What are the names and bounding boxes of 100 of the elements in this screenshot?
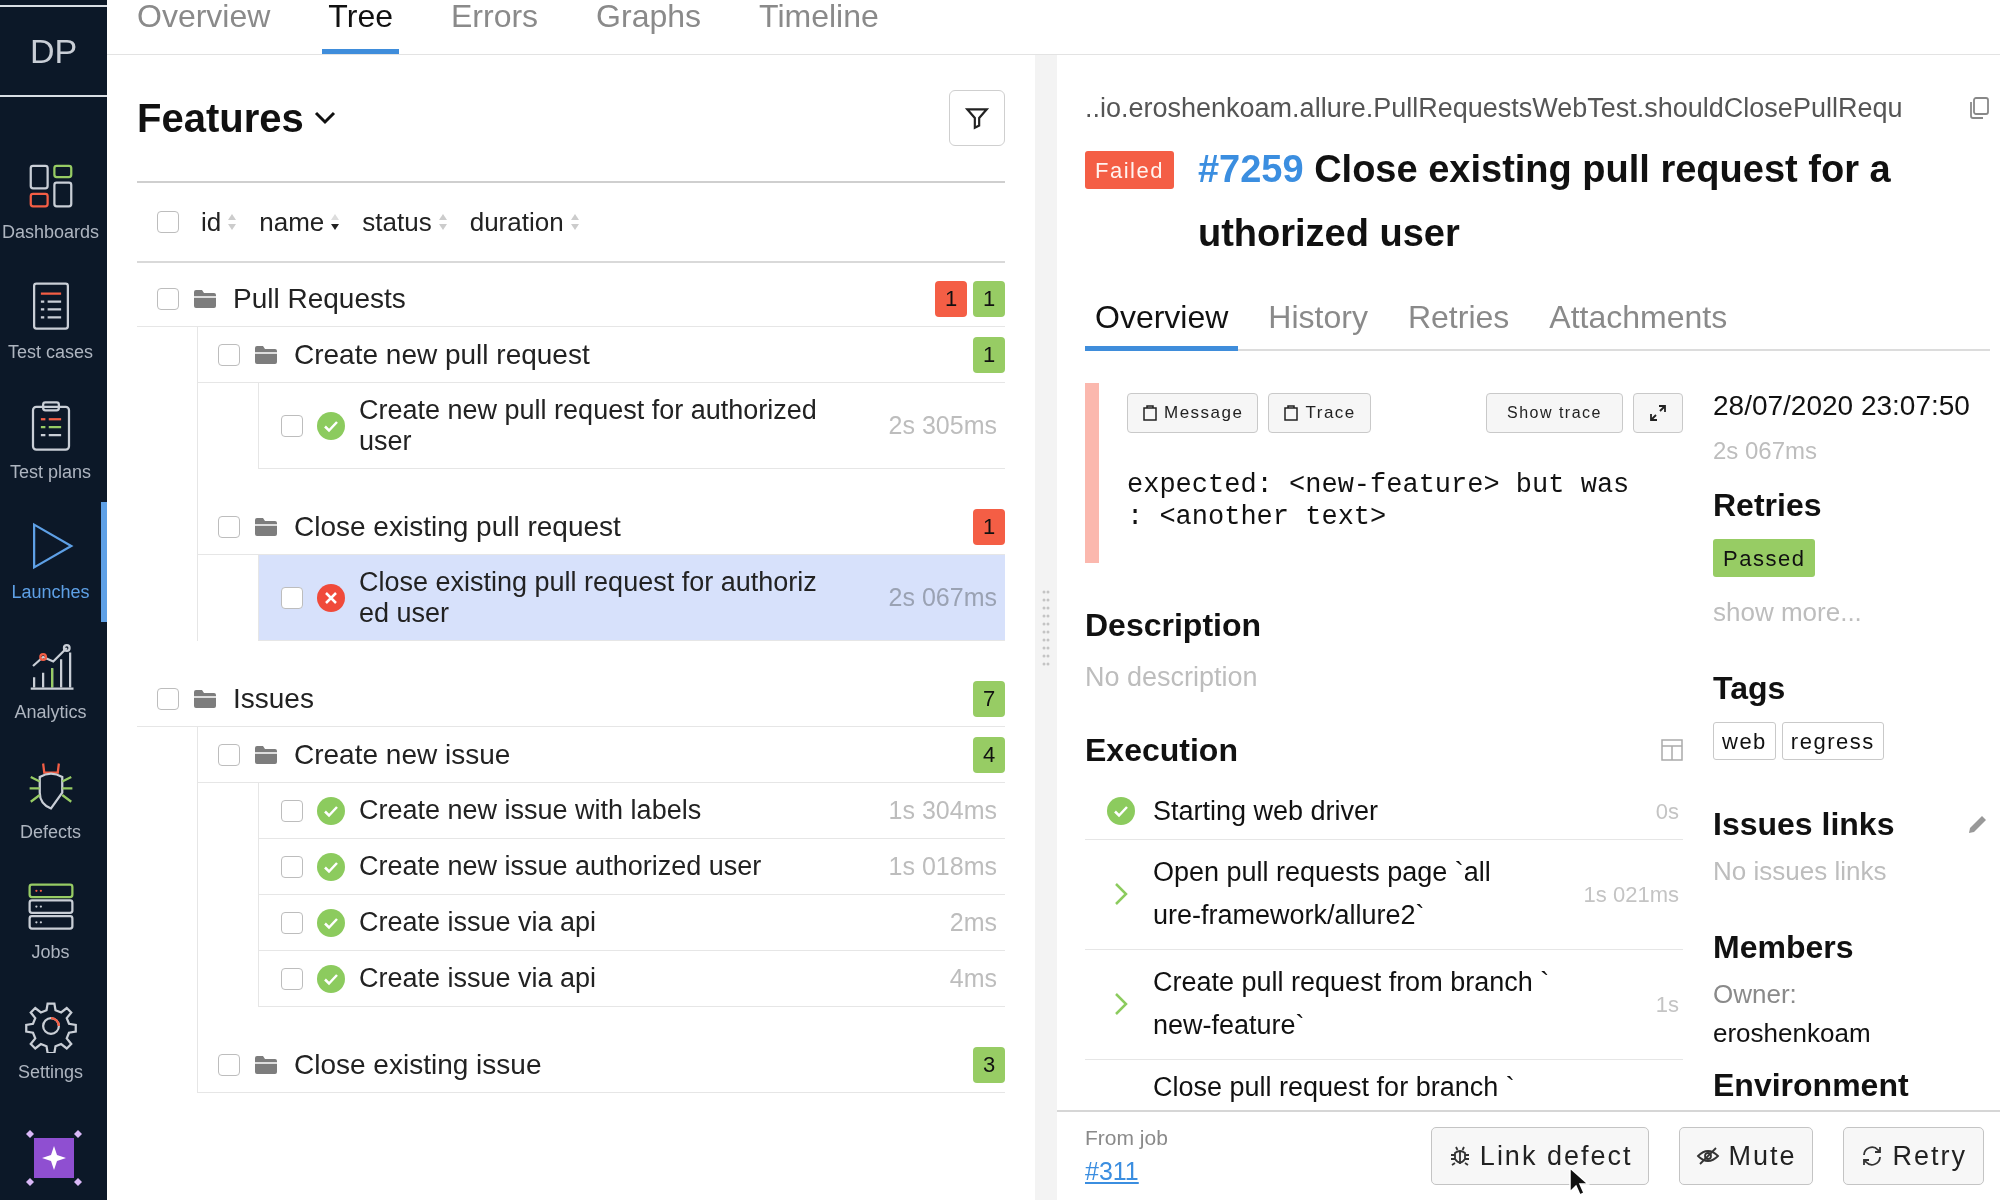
from-job-label: From job	[1085, 1124, 1169, 1151]
folder-icon	[254, 344, 278, 365]
section-heading: Execution	[1085, 730, 1238, 770]
app-logo-icon[interactable]	[25, 1130, 82, 1186]
folder-icon	[254, 1054, 278, 1075]
error-tab-button[interactable]: Trace	[1268, 393, 1371, 433]
folder-icon	[254, 744, 278, 765]
checkbox[interactable]	[218, 515, 240, 538]
checkbox[interactable]	[281, 855, 303, 878]
folder-icon	[193, 688, 217, 709]
filter-button[interactable]	[949, 90, 1005, 146]
tree-title[interactable]: Features	[137, 88, 304, 148]
checkbox[interactable]	[157, 687, 179, 710]
test-date: 28/07/2020 23:07:50	[1713, 389, 1971, 423]
expand-icon	[1649, 404, 1667, 422]
step-name: Close pull request for branch `	[1153, 1070, 1516, 1104]
step-name: Create pull request from branch ` new-feature`	[1153, 966, 1551, 1042]
test-name: Close existing pull request for authoriz ed user	[359, 566, 818, 629]
section-heading: Members	[1713, 928, 1855, 967]
checkbox[interactable]	[281, 799, 303, 822]
copy-icon[interactable]	[1968, 96, 1990, 120]
test-duration: 1s 304ms	[888, 794, 997, 826]
chevron-right-icon[interactable]	[1114, 992, 1128, 1016]
folder-name[interactable]: Create new pull request	[294, 333, 959, 376]
footer-button[interactable]: Retry	[1843, 1127, 1984, 1185]
checkbox[interactable]	[281, 967, 303, 990]
test-duration: 2ms	[949, 906, 997, 938]
step-duration: 1s 021ms	[1583, 880, 1679, 909]
sidebar-item[interactable]: Dashboards	[0, 142, 107, 262]
logo-initials[interactable]: DP	[29, 25, 78, 77]
checkbox[interactable]	[281, 414, 303, 437]
test-duration: 1s 018ms	[888, 850, 997, 882]
tag-chip: web	[1713, 722, 1776, 760]
chevron-down-icon[interactable]	[313, 111, 336, 125]
sidebar-item[interactable]: Settings	[0, 982, 107, 1102]
checkbox[interactable]	[218, 343, 240, 366]
sidebar-item[interactable]: Defects	[0, 742, 107, 862]
checkbox[interactable]	[281, 911, 303, 934]
count-badge: 1	[973, 280, 1005, 317]
count-badge: 7	[973, 680, 1005, 717]
clipboard-icon	[1142, 404, 1158, 422]
show-trace-button[interactable]: Show trace	[1485, 393, 1623, 433]
test-name: Create new issue with labels	[359, 795, 703, 826]
folder-icon	[193, 288, 217, 309]
test-row[interactable]: Close existing pull request for authoriz ed user 2s 067ms	[259, 555, 1005, 641]
section-heading: Tags	[1713, 669, 1787, 708]
owner-name: eroshenkoam	[1713, 1017, 1872, 1050]
retry-status[interactable]: Passed	[1713, 539, 1816, 577]
description-text: No description	[1085, 661, 1259, 694]
section-heading: Environment	[1713, 1067, 1910, 1103]
test-duration: 2s 305ms	[888, 409, 997, 441]
count-badge: 4	[973, 736, 1005, 773]
column-header[interactable]: name	[259, 202, 325, 242]
folder-name[interactable]: Issues	[233, 677, 959, 720]
top-tab[interactable]: Tree	[322, 0, 399, 54]
detail-tab[interactable]: Overview	[1085, 293, 1239, 351]
folder-name[interactable]: Close existing pull request	[294, 505, 959, 548]
column-header[interactable]: id	[201, 202, 222, 242]
folder-name[interactable]: Pull Requests	[233, 277, 921, 320]
section-heading: Description	[1085, 606, 1263, 645]
column-header[interactable]: status	[362, 202, 432, 242]
filter-icon	[964, 105, 990, 131]
test-title: #7259 Close existing pull request for a uthorized user	[1197, 147, 1891, 256]
section-heading: Retries	[1713, 486, 1823, 525]
sidebar-item[interactable]: Analytics	[0, 622, 107, 742]
test-name: Create new issue authorized user	[359, 851, 763, 882]
step-name: Open pull requests page `all ure-framework/allure2`	[1153, 856, 1492, 932]
folder-name[interactable]: Close existing issue	[294, 1043, 959, 1086]
footer-button[interactable]: Mute	[1679, 1127, 1814, 1185]
column-header[interactable]: duration	[469, 202, 564, 242]
sidebar-item[interactable]: Test cases	[0, 262, 107, 382]
clipboard-icon	[1283, 404, 1300, 422]
sidebar-item[interactable]: Launches	[0, 502, 107, 622]
checkbox[interactable]	[218, 1053, 240, 1076]
step-name: Starting web driver	[1153, 794, 1380, 828]
chevron-right-icon[interactable]	[1114, 882, 1128, 906]
footer-button[interactable]: Link defect	[1430, 1127, 1650, 1185]
step-duration: 0s	[1655, 797, 1679, 826]
count-badge: 1	[935, 280, 967, 317]
checkbox[interactable]	[157, 211, 179, 233]
test-duration: 4ms	[949, 962, 997, 994]
error-tab-button[interactable]: Message	[1127, 393, 1259, 433]
folder-icon	[254, 516, 278, 537]
folder-name[interactable]: Create new issue	[294, 733, 959, 776]
checkbox[interactable]	[157, 287, 179, 310]
sidebar-item[interactable]: Test plans	[0, 382, 107, 502]
layout-icon[interactable]	[1661, 738, 1683, 761]
status-badge: Failed	[1085, 151, 1174, 189]
test-duration: 2s 067ms	[1713, 436, 1819, 466]
section-heading: Issues links	[1713, 805, 1895, 844]
expand-button[interactable]	[1633, 393, 1683, 433]
checkbox[interactable]	[218, 743, 240, 766]
empty-issues-text: No issues links	[1713, 855, 1888, 888]
test-name: Create issue via api	[359, 963, 598, 994]
test-name: Create new pull request for authorized user	[359, 394, 818, 457]
sidebar-item[interactable]: Jobs	[0, 862, 107, 982]
test-path: ..io.eroshenkoam.allure.PullRequestsWebTest.shouldClosePullRequ	[1085, 91, 1903, 125]
error-message: expected: <new-feature> but was : <another text>	[1127, 469, 1631, 533]
sort-icon[interactable]	[330, 212, 341, 232]
checkbox[interactable]	[281, 586, 303, 609]
